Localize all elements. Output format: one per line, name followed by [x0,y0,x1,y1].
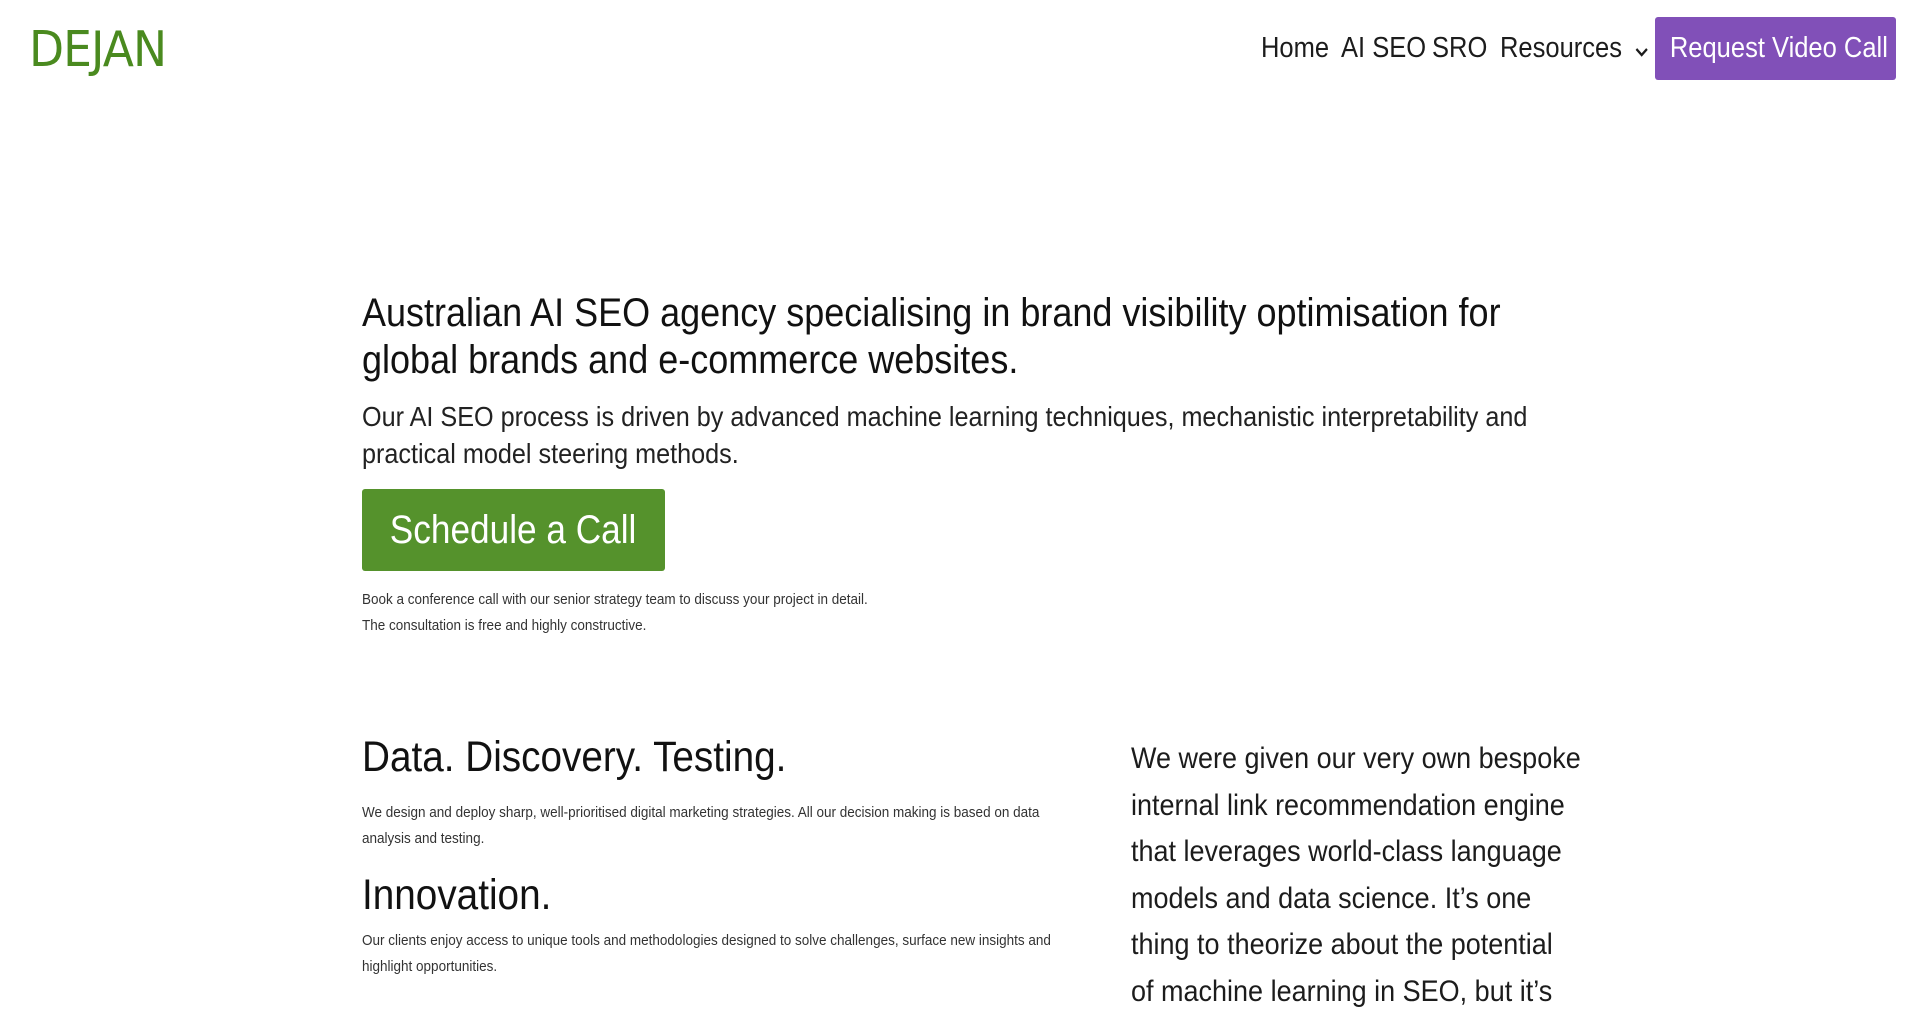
feature-text-innovation: Our clients enjoy access to unique tools… [362,932,1051,975]
request-video-call-button[interactable]: Request Video Call [1655,17,1896,80]
feature-title-innovation: Innovation. [362,871,552,919]
feature-title-data: Data. Discovery. Testing. [362,733,787,781]
nav-home[interactable]: Home [1261,28,1329,68]
request-video-call-label: Request Video Call [1669,32,1888,64]
consultation-note: Book a conference call with our senior s… [362,587,868,639]
nav-sro[interactable]: SRO [1432,28,1487,68]
hero-section: Australian AI SEO agency specialising in… [362,290,1592,472]
schedule-call-label: Schedule a Call [390,508,637,552]
consultation-note-line-2: The consultation is free and highly cons… [362,617,647,634]
testimonial-text: We were given our very own bespoke inter… [1131,742,1581,1008]
hero-subtitle: Our AI SEO process is driven by advanced… [362,401,1528,469]
dejan-logo[interactable]: DEJAN [29,22,167,78]
chevron-down-icon [1634,29,1648,69]
hero-title: Australian AI SEO agency specialising in… [362,291,1501,382]
feature-text-data: We design and deploy sharp, well-priorit… [362,804,1040,847]
nav-resources[interactable]: Resources [1500,28,1648,69]
site-header: DEJAN Home AI SEO SRO Resources Request … [0,0,1920,96]
nav-resources-label: Resources [1500,32,1622,64]
nav-ai-seo[interactable]: AI SEO [1341,28,1426,68]
features-column: Data. Discovery. Testing. We design and … [362,730,1092,847]
innovation-block: Innovation. Our clients enjoy access to … [362,868,1092,980]
schedule-call-button[interactable]: Schedule a Call [362,489,665,571]
consultation-note-line-1: Book a conference call with our senior s… [362,591,868,608]
